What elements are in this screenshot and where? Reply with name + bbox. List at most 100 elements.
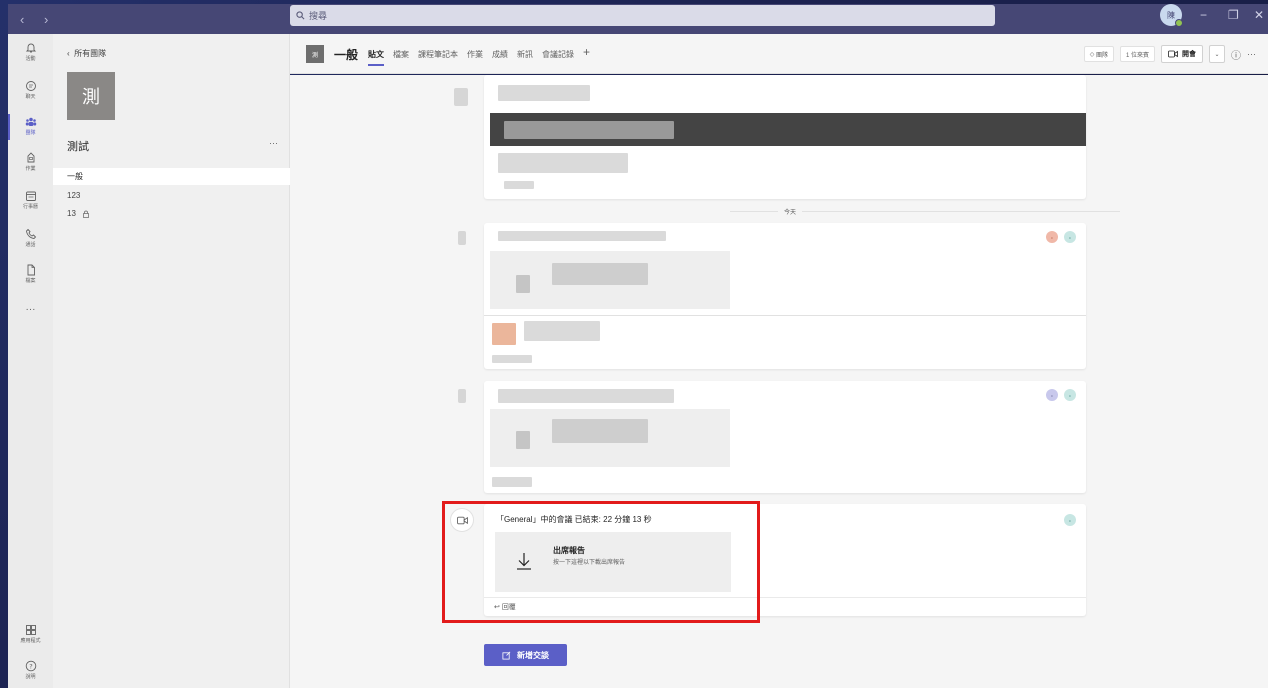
redacted-text (524, 321, 600, 341)
rail-label: 應用程式 (20, 638, 41, 644)
apps-icon (25, 625, 36, 635)
minimize-icon[interactable]: − (1200, 8, 1207, 22)
post-card: • • (484, 223, 1086, 369)
team-label: 團隊 (1095, 52, 1108, 59)
phone-icon (25, 228, 36, 239)
channel-tabs: 貼文 檔案 課程筆記本 作業 成績 新訊 會議記錄 + (368, 45, 590, 66)
header-actions: ◇ 團隊 1 位來賓 開會 ⌄ ⓘ ··· (1083, 45, 1256, 63)
rail-item-calendar[interactable]: 行事曆 (8, 190, 53, 210)
redacted-text (498, 231, 666, 241)
app-rail: 活動 聊天 團隊 作業 行事曆 通話 檔案 ··· 應用程式 ? 說明 (8, 34, 53, 688)
reaction-avatar: • (1046, 389, 1058, 401)
tab-class-notebook[interactable]: 課程筆記本 (418, 49, 458, 60)
rail-label: 聊天 (25, 94, 36, 100)
search-placeholder: 搜尋 (309, 11, 328, 21)
rail-item-help[interactable]: ? 說明 (8, 660, 53, 680)
channel-header: 測 一般 貼文 檔案 課程筆記本 作業 成績 新訊 會議記錄 + ◇ 團隊 1 … (290, 34, 1268, 74)
today-divider-label: 今天 (778, 207, 803, 216)
meet-now-button[interactable]: 開會 (1161, 45, 1203, 63)
redacted-avatar (492, 323, 516, 345)
tab-files[interactable]: 檔案 (393, 49, 409, 60)
rail-item-chat[interactable]: 聊天 (8, 80, 53, 100)
redacted-text (552, 419, 648, 443)
rail-label: 說明 (25, 674, 36, 680)
rail-item-apps[interactable]: 應用程式 (8, 624, 53, 644)
meet-dropdown-button[interactable]: ⌄ (1209, 45, 1225, 63)
tab-grades[interactable]: 成績 (492, 49, 508, 60)
bell-icon (25, 43, 36, 53)
reply-divider (484, 315, 1086, 316)
rail-label: 行事曆 (22, 204, 38, 210)
back-label: 所有團隊 (74, 49, 107, 58)
redacted-icon (516, 431, 530, 449)
close-icon[interactable]: ✕ (1254, 8, 1264, 22)
back-to-all-teams-link[interactable]: ‹ 所有團隊 (67, 48, 106, 59)
redacted-text (498, 153, 628, 173)
redacted-text (504, 181, 534, 189)
team-button[interactable]: ◇ 團隊 (1083, 46, 1114, 62)
team-avatar: 測 (67, 72, 115, 120)
avatar (454, 88, 468, 106)
chat-icon (25, 81, 36, 91)
rail-label: 團隊 (25, 130, 36, 136)
compose-icon (502, 651, 511, 660)
team-name: 測試 (67, 141, 89, 153)
channel-item-13[interactable]: 13 (53, 205, 290, 222)
redacted-text (498, 389, 674, 403)
team-panel: ‹ 所有團隊 測 測試 ··· 一般 123 13 (53, 34, 290, 688)
channel-item-123[interactable]: 123 (53, 187, 290, 204)
help-icon: ? (25, 660, 36, 672)
redacted-text (492, 355, 532, 363)
lock-icon (83, 210, 89, 218)
file-icon (27, 264, 35, 276)
team-more-options-button[interactable]: ··· (269, 138, 278, 148)
guest-count-button[interactable]: 1 位來賓 (1119, 46, 1155, 62)
avatar (458, 389, 466, 403)
info-icon[interactable]: ⓘ (1231, 47, 1241, 62)
new-conversation-label: 新增交談 (517, 650, 549, 660)
avatar-initial: 陳 (1167, 10, 1175, 20)
tab-assignments[interactable]: 作業 (467, 49, 483, 60)
redacted-text (552, 263, 648, 285)
svg-text:?: ? (29, 662, 32, 670)
rail-label: 活動 (25, 56, 36, 62)
tab-news[interactable]: 新訊 (517, 49, 533, 60)
search-input[interactable]: 搜尋 (290, 5, 995, 26)
rail-item-calls[interactable]: 通話 (8, 228, 53, 248)
nav-arrows[interactable]: ‹ › (20, 12, 56, 27)
highlight-box (442, 501, 760, 623)
assignments-icon (27, 152, 34, 163)
rail-item-teams[interactable]: 團隊 (8, 114, 53, 140)
tab-posts[interactable]: 貼文 (368, 49, 384, 66)
redacted-text (504, 121, 674, 139)
presence-available-icon (1175, 19, 1183, 27)
video-camera-icon (1168, 50, 1178, 58)
more-options-icon[interactable]: ··· (1247, 49, 1256, 59)
reaction-avatar: • (1064, 389, 1076, 401)
avatar (458, 231, 466, 245)
rail-more-button[interactable]: ··· (8, 304, 53, 315)
channel-label: 13 (67, 209, 76, 218)
rail-label: 通話 (25, 242, 36, 248)
post-card (484, 75, 1086, 199)
rail-item-activity[interactable]: 活動 (8, 42, 53, 62)
rail-item-assignments[interactable]: 作業 (8, 152, 53, 172)
reaction-avatar: • (1064, 514, 1076, 526)
add-tab-plus-icon[interactable]: + (583, 45, 590, 60)
channel-title: 一般 (334, 48, 359, 62)
restore-icon[interactable]: ❐ (1228, 8, 1239, 22)
tab-meeting-notes[interactable]: 會議記錄 (542, 49, 574, 60)
avatar[interactable]: 陳 (1160, 4, 1183, 27)
rail-item-files[interactable]: 檔案 (8, 264, 53, 284)
post-card: • • (484, 381, 1086, 493)
rail-label: 作業 (25, 166, 36, 172)
posts-feed: 今天 • • • • 「General」中的會議 已結束: 22 分鐘 13 秒… (290, 75, 1268, 688)
redacted-text (492, 477, 532, 487)
calendar-icon (25, 191, 36, 201)
meet-label: 開會 (1182, 51, 1196, 58)
redacted-icon (516, 275, 530, 293)
redacted-text (498, 85, 590, 101)
reaction-avatar: • (1046, 231, 1058, 243)
new-conversation-button[interactable]: 新增交談 (484, 644, 567, 666)
channel-item-general[interactable]: 一般 (53, 168, 290, 185)
